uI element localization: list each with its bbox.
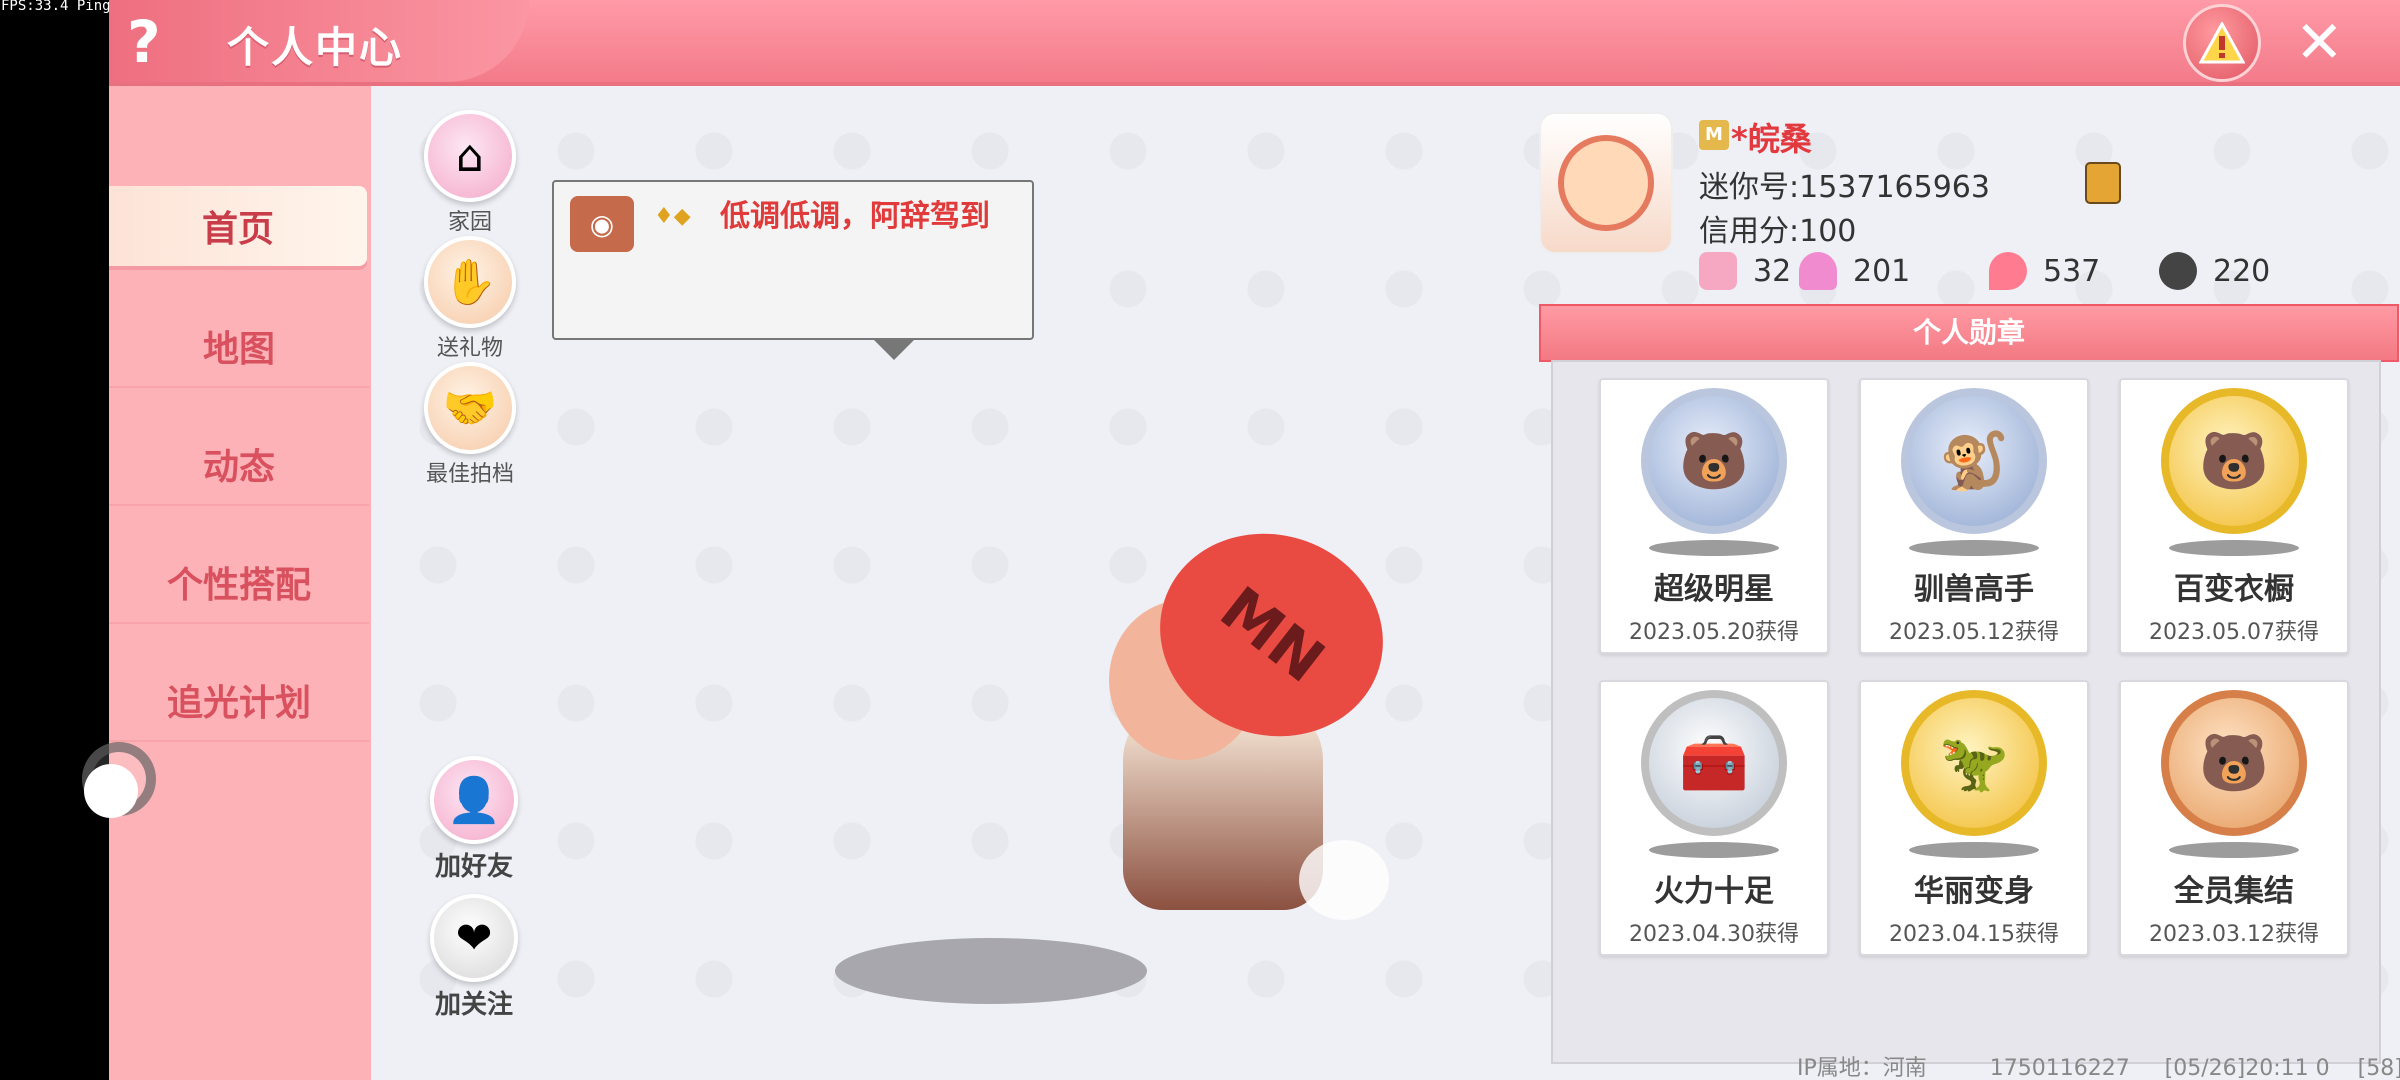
mini-id: 迷你号:1537165963 <box>1699 170 1990 205</box>
timestamp: [05/26]20:11 0 <box>2164 1056 2330 1080</box>
home-label: 家园 <box>447 210 492 235</box>
stat-like: 32 <box>1699 252 1791 290</box>
close-icon[interactable]: ✕ <box>2295 8 2344 76</box>
fans-icon <box>1799 252 1837 290</box>
medal-name: 华丽变身 <box>1914 874 2034 909</box>
home-button[interactable]: ⌂ 家园 <box>415 110 525 236</box>
footer-info: IP属地：河南 1750116227 [05/26]20:11 0 [58]1.… <box>1797 1050 2400 1080</box>
gift-icon: ✋ <box>424 236 516 328</box>
sidebar-item-label: 追光计划 <box>166 683 311 724</box>
page-title: 个人中心 <box>227 23 404 72</box>
follow-label: 加关注 <box>434 990 513 1020</box>
follow-button[interactable]: ❤ 加关注 <box>419 894 529 1021</box>
superstar-medal-icon: 🐻 <box>1641 388 1787 534</box>
transform-medal-icon: 🦖 <box>1901 690 2047 836</box>
vip-icon: M <box>1699 120 1729 150</box>
help-icon[interactable]: ? <box>127 8 161 76</box>
medal-name: 百变衣橱 <box>2174 572 2294 607</box>
add-friend-label: 加好友 <box>434 852 513 882</box>
sidebar-item-outfit[interactable]: 个性搭配 <box>109 542 369 624</box>
sidebar-item-label: 个性搭配 <box>166 565 311 606</box>
credit-score: 信用分:100 <box>1699 214 1857 249</box>
medal-card-superstar[interactable]: 🐻 超级明星 2023.05.20获得 <box>1599 378 1829 654</box>
user-id: 1750116227 <box>1989 1056 2130 1080</box>
bookmark-plus-icon <box>1699 252 1737 290</box>
medal-name: 超级明星 <box>1654 572 1774 607</box>
chat-text: 低调低调，阿辞驾到 <box>720 199 990 234</box>
character-shadow <box>835 938 1147 1004</box>
stat-like-value: 32 <box>1753 253 1792 289</box>
warning-icon <box>2199 22 2245 64</box>
heart-icon: ❤ <box>430 894 518 982</box>
sidebar-item-chase-light[interactable]: 追光计划 <box>109 660 369 742</box>
medal-card-transform[interactable]: 🦖 华丽变身 2023.04.15获得 <box>1859 680 2089 956</box>
chat-bubble: ◉ ♦◆ 低调低调，阿辞驾到 <box>552 180 1034 360</box>
medal-stand <box>1909 540 2039 556</box>
header-bar: ? 个人中心 ✕ <box>109 0 2400 86</box>
sidebar-item-label: 地图 <box>202 329 275 370</box>
medal-panel: 🐻 超级明星 2023.05.20获得 🐒 驯兽高手 2023.05.12获得 … <box>1551 360 2381 1064</box>
avatar-face <box>1558 135 1654 231</box>
stat-fans-value: 201 <box>1853 253 1911 289</box>
profile-avatar[interactable] <box>1539 112 1673 254</box>
medal-card-firepower[interactable]: 🧰 火力十足 2023.04.30获得 <box>1599 680 1829 956</box>
sidebar-item-label: 动态 <box>202 447 275 488</box>
medal-card-beast-tamer[interactable]: 🐒 驯兽高手 2023.05.12获得 <box>1859 378 2089 654</box>
wardrobe-medal-icon: 🐻 <box>2161 388 2307 534</box>
stat-fans: 201 <box>1799 252 1910 290</box>
beast-tamer-medal-icon: 🐒 <box>1901 388 2047 534</box>
joystick-knob[interactable] <box>84 764 138 818</box>
version: [58]1.26.5 <box>2357 1056 2400 1080</box>
stat-intimacy: 220 <box>2159 252 2270 290</box>
stat-popularity: 537 <box>1989 252 2100 290</box>
medal-name: 火力十足 <box>1654 874 1774 909</box>
medal-stand <box>1649 540 1779 556</box>
sidebar-item-home[interactable]: 首页 <box>109 186 367 266</box>
handshake-icon: 🤝 <box>424 362 516 454</box>
medal-section-header: 个人勋章 <box>1539 304 2399 362</box>
medal-date: 2023.05.12获得 <box>1889 620 2059 645</box>
medal-name: 驯兽高手 <box>1914 572 2034 607</box>
copy-icon[interactable] <box>2085 162 2121 204</box>
firepower-medal-icon: 🧰 <box>1641 690 1787 836</box>
medal-date: 2023.05.20获得 <box>1629 620 1799 645</box>
stat-popularity-value: 537 <box>2043 253 2101 289</box>
sidebar: 首页 地图 动态 个性搭配 追光计划 <box>109 86 371 1080</box>
send-gift-button[interactable]: ✋ 送礼物 <box>415 236 525 362</box>
best-partner-label: 最佳拍档 <box>425 462 514 487</box>
add-friend-icon: 👤 <box>430 756 518 844</box>
double-heart-icon <box>2159 252 2197 290</box>
medal-stand <box>2169 540 2299 556</box>
medal-stand <box>2169 842 2299 858</box>
medal-date: 2023.03.12获得 <box>2149 922 2319 947</box>
sidebar-item-map[interactable]: 地图 <box>109 306 369 388</box>
report-button[interactable] <box>2183 4 2261 82</box>
stat-intimacy-value: 220 <box>2213 253 2271 289</box>
sidebar-item-label: 首页 <box>201 209 274 250</box>
house-icon: ⌂ <box>424 110 516 202</box>
medal-stand <box>1649 842 1779 858</box>
flame-icon <box>1989 252 2027 290</box>
nickname: *皖桑 <box>1731 120 1812 158</box>
chat-avatar: ◉ <box>570 196 634 252</box>
personal-center-screen: ? 个人中心 ✕ 首页 地图 动态 个性搭配 追光计划 ⌂ 家园 ✋ 送礼物 🤝… <box>109 0 2400 1080</box>
send-gift-label: 送礼物 <box>436 336 503 361</box>
add-friend-button[interactable]: 👤 加好友 <box>419 756 529 883</box>
medal-name: 全员集结 <box>2174 874 2294 909</box>
ip-location: IP属地：河南 <box>1797 1056 1927 1080</box>
medal-card-assemble[interactable]: 🐻 全员集结 2023.03.12获得 <box>2119 680 2349 956</box>
best-partner-button[interactable]: 🤝 最佳拍档 <box>415 362 525 488</box>
dust-puff <box>1299 840 1389 920</box>
medal-date: 2023.04.15获得 <box>1889 922 2059 947</box>
medal-date: 2023.04.30获得 <box>1629 922 1799 947</box>
sidebar-item-feed[interactable]: 动态 <box>109 424 369 506</box>
medal-date: 2023.05.07获得 <box>2149 620 2319 645</box>
assemble-medal-icon: 🐻 <box>2161 690 2307 836</box>
medal-card-wardrobe[interactable]: 🐻 百变衣橱 2023.05.07获得 <box>2119 378 2349 654</box>
medal-stand <box>1909 842 2039 858</box>
